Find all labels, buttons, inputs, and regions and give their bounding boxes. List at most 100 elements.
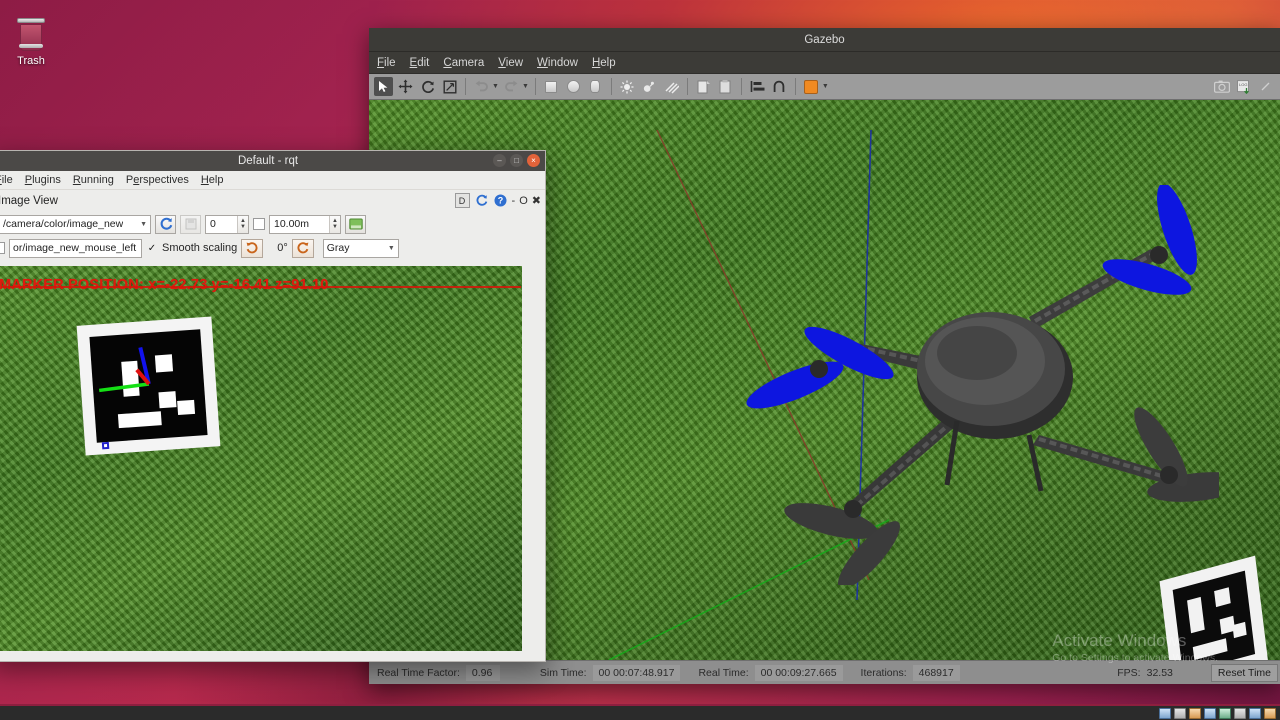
image-view-dock-header[interactable]: Image View D ? - O ✖ — [0, 190, 545, 212]
gazebo-toolbar[interactable]: ▼ ▼ ▼ LOG — [369, 74, 1280, 100]
aruco-marker-detection — [76, 316, 221, 456]
svg-text:LOG: LOG — [1239, 82, 1247, 87]
gazebo-menu-view[interactable]: View — [498, 57, 523, 69]
rotate-right-button[interactable] — [291, 238, 314, 258]
topic-combo[interactable]: /camera/color/image_new ▼ — [0, 214, 151, 234]
spot-light-icon[interactable] — [640, 77, 659, 96]
image-view-dock-actions[interactable]: D ? - O ✖ — [454, 193, 541, 208]
paste-icon[interactable] — [716, 77, 735, 96]
gazebo-menu-window-rest: indow — [547, 56, 578, 69]
view-angle-icon[interactable] — [802, 77, 821, 96]
align-icon[interactable] — [748, 77, 767, 96]
taskbar-app-icon-7[interactable] — [1249, 707, 1261, 719]
reset-time-button[interactable]: Reset Time — [1210, 663, 1278, 682]
taskbar-app-icon-8[interactable] — [1264, 707, 1276, 719]
taskbar-app-icon-4[interactable] — [1204, 707, 1216, 719]
colormap-combo[interactable]: Gray ▼ — [322, 238, 399, 258]
windows-taskbar[interactable] — [0, 704, 1280, 720]
translate-mode-icon[interactable] — [396, 77, 415, 96]
point-light-icon[interactable] — [618, 77, 637, 96]
gazebo-menu-window[interactable]: Window — [537, 57, 578, 69]
save-image-button[interactable] — [180, 214, 201, 234]
gazebo-menu-edit[interactable]: Edit — [410, 57, 430, 69]
desktop-icon-trash[interactable]: Trash — [4, 18, 58, 67]
toolbar-separator — [794, 78, 796, 95]
scale-mode-icon[interactable] — [440, 77, 459, 96]
rqt-menu-help[interactable]: Help — [201, 174, 224, 186]
rqt-menu-perspectives-rest: rspectives — [139, 174, 189, 186]
publish-click-button[interactable] — [345, 214, 366, 234]
gazebo-menu-edit-rest: dit — [417, 56, 430, 69]
rqt-window-buttons[interactable]: – □ × — [493, 154, 540, 167]
rqt-titlebar[interactable]: Default - rqt – □ × — [0, 151, 545, 171]
redo-dropdown-caret-icon[interactable]: ▼ — [522, 83, 529, 90]
close-icon[interactable]: ✖ — [532, 194, 541, 207]
rqt-window[interactable]: Default - rqt – □ × File Plugins Running… — [0, 150, 546, 662]
rqt-menu-running[interactable]: Running — [73, 174, 114, 186]
undo-icon[interactable] — [472, 77, 491, 96]
rqt-menubar[interactable]: File Plugins Running Perspectives Help — [0, 171, 545, 190]
gazebo-statusbar: Real Time Factor: 0.96 Sim Time: 00 00:0… — [369, 660, 1280, 684]
select-mode-icon[interactable] — [374, 77, 393, 96]
svg-text:?: ? — [497, 196, 503, 206]
minimize-icon[interactable]: - — [512, 195, 516, 207]
float-icon[interactable]: O — [519, 195, 528, 207]
gazebo-menu-help[interactable]: Help — [592, 57, 616, 69]
rqt-menu-perspectives[interactable]: Perspectives — [126, 174, 189, 186]
zoom-stepper-icon[interactable]: ▲ ▼ — [237, 215, 248, 233]
gazebo-menubar[interactable]: File Edit Camera View Window Help — [369, 52, 1280, 74]
mouse-topic-input[interactable]: or/image_new_mouse_left — [9, 238, 142, 258]
zoom-spinbox[interactable]: 0 ▲ ▼ — [205, 214, 249, 234]
gazebo-menu-camera-rest: amera — [451, 56, 485, 69]
real-time-factor-value: 0.96 — [465, 664, 500, 681]
rqt-menu-plugins[interactable]: Plugins — [25, 174, 61, 186]
chevron-down-icon: ▼ — [140, 220, 147, 228]
refresh-topics-button[interactable] — [155, 214, 176, 234]
snap-icon[interactable] — [770, 77, 789, 96]
taskbar-app-icon-1[interactable] — [1159, 707, 1171, 719]
reload-icon[interactable] — [474, 193, 489, 208]
minimize-button[interactable]: – — [493, 154, 506, 167]
gazebo-menu-camera[interactable]: Camera — [443, 57, 484, 69]
taskbar-app-icon-3[interactable] — [1189, 707, 1201, 719]
smooth-scaling-checkbox[interactable]: ✓ — [146, 242, 158, 254]
max-range-value: 10.00m — [274, 218, 310, 230]
screenshot-icon[interactable] — [1212, 77, 1231, 96]
more-tools-icon[interactable] — [1256, 77, 1275, 96]
insert-cylinder-icon[interactable] — [586, 77, 605, 96]
rqt-menu-file[interactable]: File — [0, 174, 13, 186]
rotation-value: 0° — [277, 242, 288, 254]
undo-dropdown-caret-icon[interactable]: ▼ — [492, 83, 499, 90]
drone-model[interactable] — [699, 183, 1247, 589]
maximize-button[interactable]: □ — [510, 154, 523, 167]
dock-detach-icon[interactable]: D — [454, 193, 470, 208]
gazebo-menu-file[interactable]: File — [377, 57, 396, 69]
real-time-value: 00 00:09:27.665 — [754, 664, 843, 681]
image-view-canvas[interactable]: MARKER POSITION: x=-22.73 y=-16.41 z=91.… — [0, 266, 522, 651]
image-view-toolbar-row1[interactable]: /camera/color/image_new ▼ 0 ▲ ▼ 10.00m ▲ ▼ — [0, 212, 545, 236]
max-range-checkbox[interactable] — [253, 218, 265, 230]
mouse-topic-checkbox[interactable] — [0, 242, 5, 254]
copy-icon[interactable] — [694, 77, 713, 96]
pose-axes-overlay — [98, 347, 151, 393]
insert-sphere-icon[interactable] — [564, 77, 583, 96]
image-view-toolbar-row2[interactable]: or/image_new_mouse_left ✓ Smooth scaling… — [0, 236, 545, 260]
directional-light-icon[interactable] — [662, 77, 681, 96]
taskbar-app-icon-6[interactable] — [1234, 707, 1246, 719]
view-angle-caret-icon[interactable]: ▼ — [822, 83, 829, 90]
redo-icon[interactable] — [502, 77, 521, 96]
toolbar-separator — [610, 78, 612, 95]
rotate-mode-icon[interactable] — [418, 77, 437, 96]
gazebo-titlebar[interactable]: Gazebo — [369, 28, 1280, 52]
rotate-left-button[interactable] — [241, 238, 264, 258]
taskbar-app-icon-5[interactable] — [1219, 707, 1231, 719]
rqt-menu-help-rest: elp — [208, 174, 224, 186]
max-range-stepper-icon[interactable]: ▲ ▼ — [329, 215, 340, 233]
taskbar-app-icon-2[interactable] — [1174, 707, 1186, 719]
max-range-spinbox[interactable]: 10.00m ▲ ▼ — [269, 214, 341, 234]
help-icon[interactable]: ? — [493, 193, 508, 208]
iterations-value: 468917 — [912, 664, 960, 681]
close-button[interactable]: × — [527, 154, 540, 167]
log-record-icon[interactable]: LOG — [1234, 77, 1253, 96]
insert-box-icon[interactable] — [542, 77, 561, 96]
